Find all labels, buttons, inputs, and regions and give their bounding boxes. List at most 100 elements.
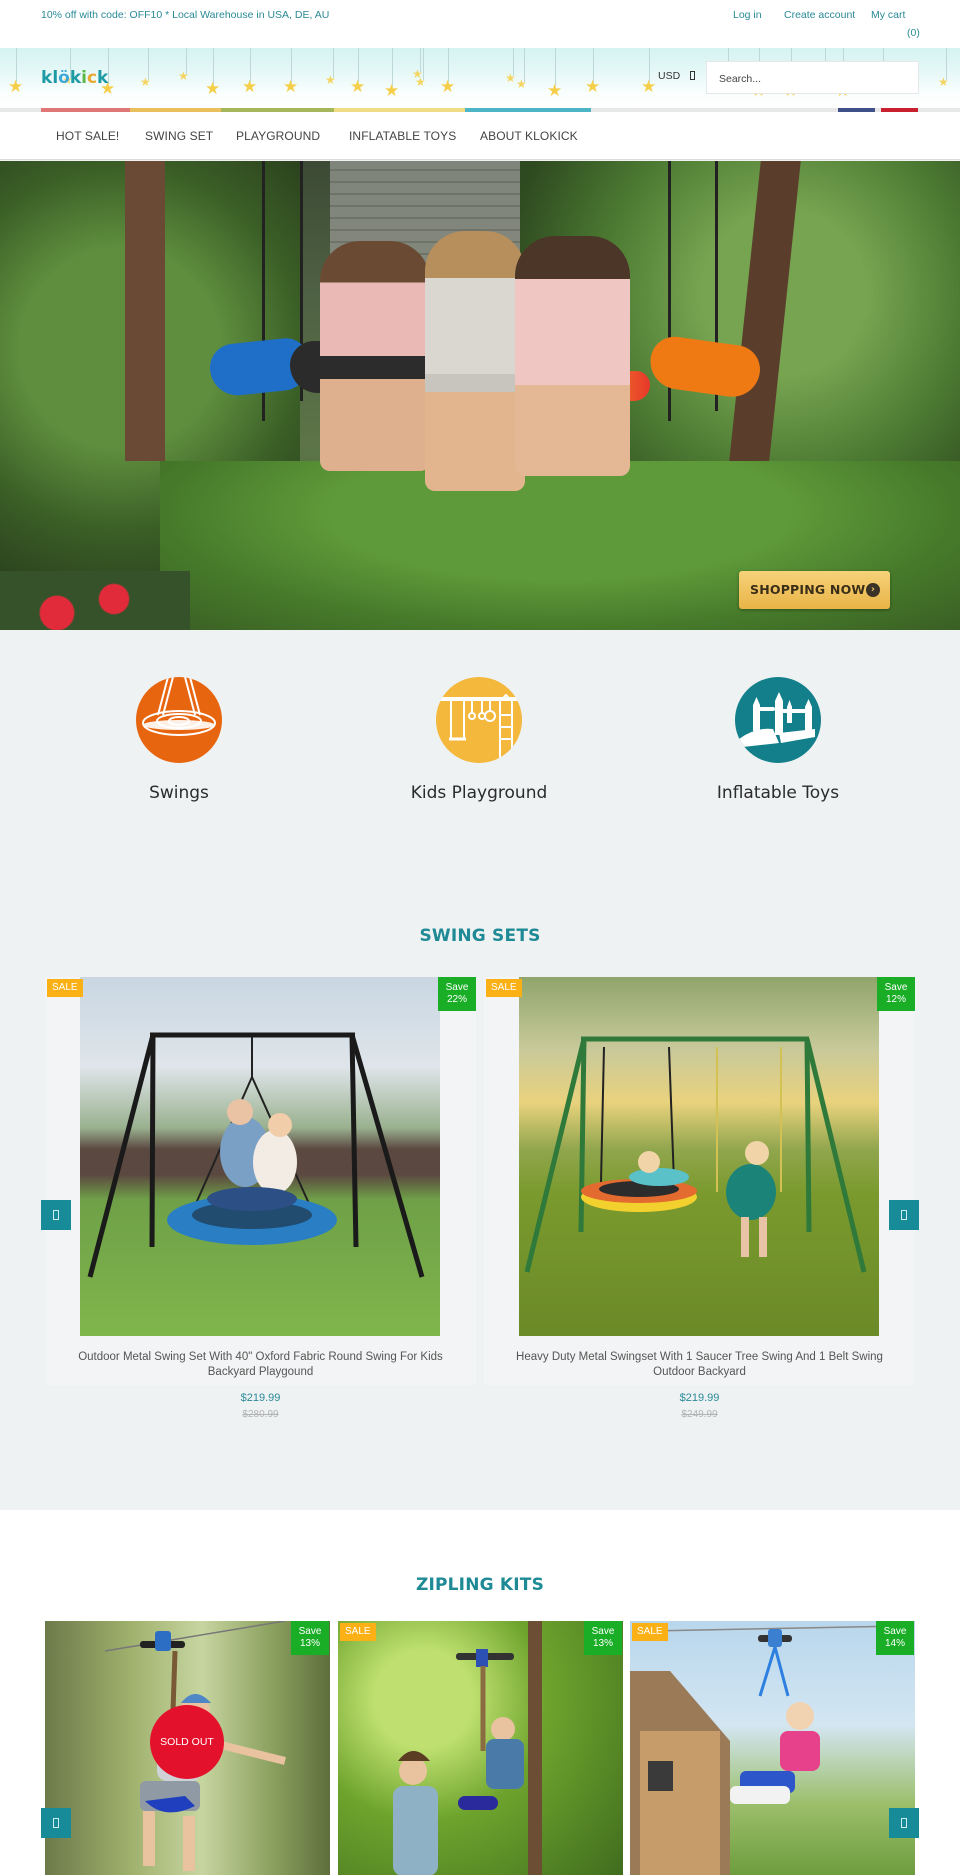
logo-letter: ö [58, 68, 70, 88]
sold-out-badge: SOLD OUT [150, 1705, 224, 1779]
swing-segment [646, 333, 764, 401]
product-card[interactable]: SOLD OUT Save 13% [45, 1621, 330, 1875]
category-label: Kids Playground [410, 783, 548, 803]
shopping-now-button[interactable]: SHOPPING NOW › [739, 571, 890, 609]
chevron-right-icon: › [866, 583, 880, 597]
dropdown-icon [690, 71, 696, 80]
product-compare-price: $249.99 [681, 1409, 718, 1420]
product-card[interactable]: SALE Save 14% [630, 1621, 915, 1875]
hero-flowers [0, 571, 190, 630]
category-label: Inflatable Toys [716, 783, 840, 803]
nav-item-about-klokick[interactable]: ABOUT KLOKICK [480, 129, 578, 143]
product-image[interactable] [519, 977, 879, 1336]
category-section: Swings Kids Playground Inflatable Toys S… [0, 630, 960, 1510]
zipline-illustration [630, 1625, 901, 1875]
star-icon: ★ [283, 77, 299, 96]
klokick-logo[interactable]: klökick [41, 68, 108, 88]
hero-child [515, 236, 630, 476]
star-icon: ★ [938, 75, 949, 89]
product-compare-price: $280.99 [242, 1409, 279, 1420]
login-link[interactable]: Log in [733, 9, 762, 21]
promo-text: 10% off with code: OFF10 * Local Warehou… [41, 9, 330, 21]
zipline-kits-title: ZIPLING KITS [415, 1575, 545, 1595]
product-image[interactable] [80, 977, 440, 1336]
nav-item-inflatable-toys[interactable]: INFLATABLE TOYS [349, 129, 456, 143]
save-badge: Save 14% [876, 1621, 914, 1655]
zipline-kits-section: ZIPLING KITS SOLD OUT Save 13% SALE Save… [0, 1513, 960, 1875]
save-percent: 13% [299, 1638, 320, 1649]
swing-sets-title: SWING SETS [419, 926, 541, 946]
product-title[interactable]: Heavy Duty Metal Swingset With 1 Saucer … [504, 1350, 895, 1380]
save-badge: Save 22% [438, 977, 476, 1011]
save-label: Save [884, 982, 908, 993]
star-icon: ★ [505, 71, 516, 85]
category-label: Swings [149, 783, 209, 803]
save-percent: 13% [592, 1638, 613, 1649]
logo-letter: k [69, 68, 82, 88]
chevron-left-icon [53, 1210, 59, 1220]
product-image[interactable] [338, 1621, 623, 1875]
category-swings[interactable]: Swings [49, 677, 309, 803]
logo-letter: c [86, 68, 98, 88]
product-price: $219.99 [240, 1392, 281, 1404]
save-badge: Save 12% [877, 977, 915, 1011]
create-account-link[interactable]: Create account [784, 9, 855, 21]
hero-child [320, 241, 430, 471]
hero-banner[interactable] [0, 161, 960, 630]
announcement-bar: 10% off with code: OFF10 * Local Warehou… [0, 0, 960, 48]
swing-set-illustration [524, 1036, 867, 1273]
product-card[interactable]: SALE Save 12% Heavy Duty Metal Swingset W… [484, 977, 915, 1420]
saucer-swing-icon [136, 677, 222, 763]
chevron-left-icon [53, 1818, 59, 1828]
product-price: $219.99 [679, 1392, 720, 1404]
nav-item-hot-sale[interactable]: HOT SALE! [56, 129, 119, 143]
cart-link[interactable]: My cart [871, 9, 905, 21]
carousel-prev-button[interactable] [41, 1200, 71, 1230]
category-kids-playground[interactable]: Kids Playground [349, 677, 609, 803]
star-icon: ★ [178, 69, 189, 83]
sale-badge: SALE [632, 1623, 668, 1641]
star-icon: ★ [516, 77, 527, 91]
chevron-right-icon [901, 1210, 907, 1220]
main-nav: HOT SALE! SWING SET PLAYGROUND INFLATABL… [0, 112, 960, 160]
search-input[interactable]: Search... [706, 61, 919, 94]
save-badge: Save 13% [584, 1621, 622, 1655]
save-percent: 12% [885, 994, 906, 1005]
star-icon: ★ [415, 75, 426, 89]
product-title[interactable]: Outdoor Metal Swing Set With 40" Oxford … [65, 1350, 456, 1380]
saucer-swing-svg [142, 677, 216, 736]
currency-value: USD [658, 70, 681, 82]
logo-letter: k [97, 68, 109, 88]
currency-selector[interactable]: USD [658, 70, 696, 82]
product-card[interactable]: SALE Save 13% [338, 1621, 623, 1875]
site-header: klökick USD Search... ★ ★ ★ ★ ★ ★ ★ ★ ★ ★ ★ ★ ★ ★ ★ ★ ★ ★… [0, 48, 960, 110]
sale-badge: SALE [47, 979, 83, 997]
cart-count[interactable]: (0) [907, 27, 920, 39]
cta-label: SHOPPING NOW [750, 582, 866, 597]
nav-item-playground[interactable]: PLAYGROUND [236, 129, 320, 143]
save-label: Save [298, 1626, 322, 1637]
hero-child [425, 231, 525, 491]
hero-swing-post [125, 161, 165, 461]
bounce-house-icon [735, 677, 821, 763]
logo-letter: k [41, 68, 53, 88]
playground-svg [440, 693, 518, 763]
playground-icon [436, 677, 522, 763]
category-inflatable-toys[interactable]: Inflatable Toys [648, 677, 908, 803]
star-icon: ★ [585, 77, 601, 96]
save-percent: 14% [884, 1638, 905, 1649]
save-label: Save [883, 1626, 907, 1637]
star-icon: ★ [325, 73, 336, 87]
product-card[interactable]: SALE Save 22% Outdoor Metal Swing Set Wit… [45, 977, 476, 1420]
nav-item-swing-set[interactable]: SWING SET [145, 129, 213, 143]
save-label: Save [445, 982, 469, 993]
star-icon: ★ [140, 75, 151, 89]
star-icon: ★ [641, 77, 657, 96]
save-percent: 22% [446, 994, 467, 1005]
product-image[interactable] [630, 1621, 915, 1875]
carousel-prev-button[interactable] [41, 1808, 71, 1838]
carousel-next-button[interactable] [889, 1808, 919, 1838]
sale-badge: SALE [486, 979, 522, 997]
carousel-next-button[interactable] [889, 1200, 919, 1230]
star-icon: ★ [384, 81, 400, 100]
